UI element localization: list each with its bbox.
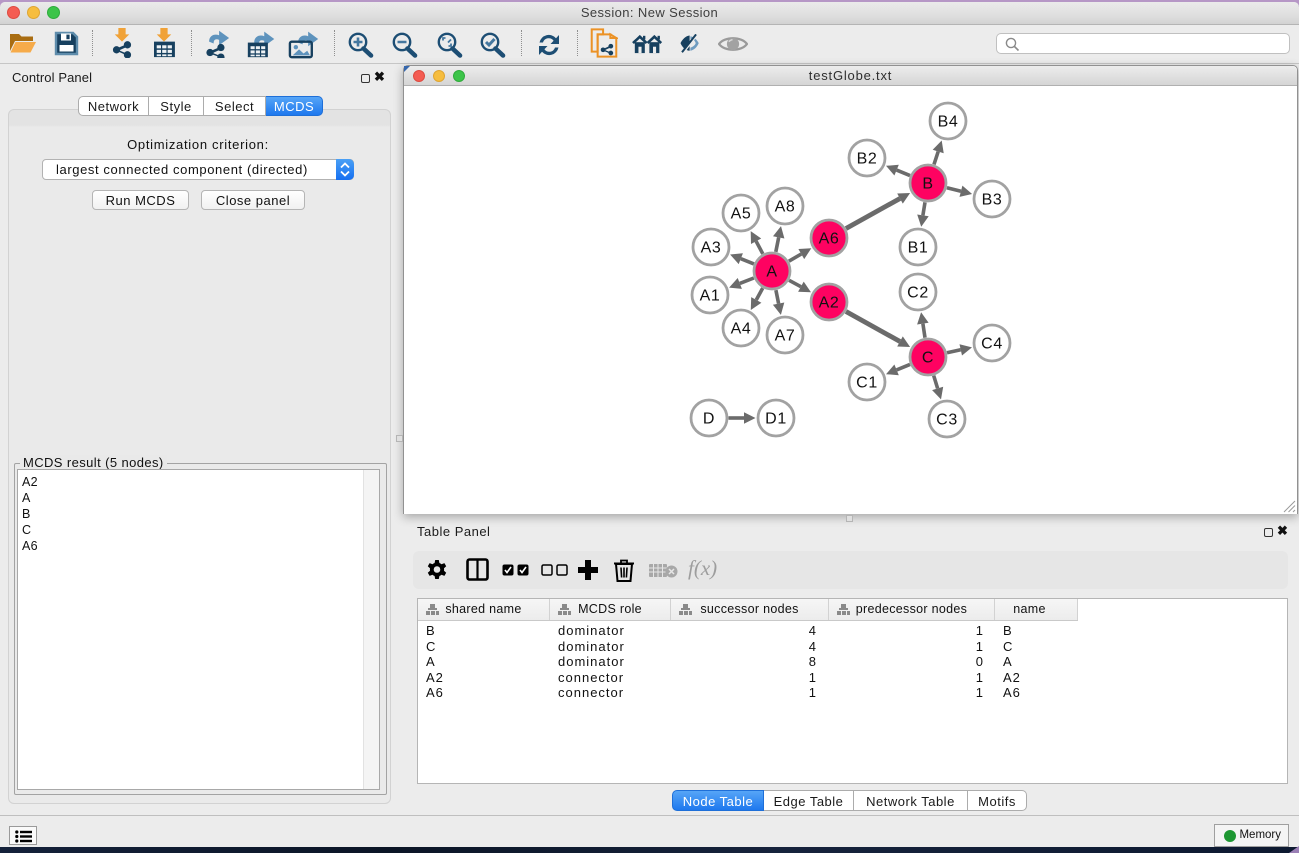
svg-text:D: D	[703, 411, 715, 428]
svg-text:A7: A7	[775, 328, 796, 345]
svg-text:A4: A4	[731, 321, 752, 338]
svg-text:B2: B2	[857, 151, 878, 168]
svg-text:A: A	[766, 264, 777, 281]
svg-text:A5: A5	[731, 206, 752, 223]
svg-text:B: B	[922, 176, 933, 193]
svg-text:A8: A8	[775, 199, 796, 216]
svg-text:A1: A1	[700, 288, 721, 305]
svg-text:D1: D1	[765, 411, 787, 428]
svg-text:C1: C1	[856, 375, 878, 392]
svg-text:C3: C3	[936, 412, 958, 429]
svg-text:C: C	[922, 350, 934, 367]
svg-text:C4: C4	[981, 336, 1003, 353]
svg-text:A2: A2	[819, 295, 840, 312]
svg-text:B3: B3	[982, 192, 1003, 209]
svg-text:B4: B4	[938, 114, 959, 131]
svg-text:B1: B1	[908, 240, 929, 257]
svg-text:A3: A3	[701, 240, 722, 257]
svg-text:A6: A6	[819, 231, 840, 248]
svg-text:C2: C2	[907, 285, 929, 302]
